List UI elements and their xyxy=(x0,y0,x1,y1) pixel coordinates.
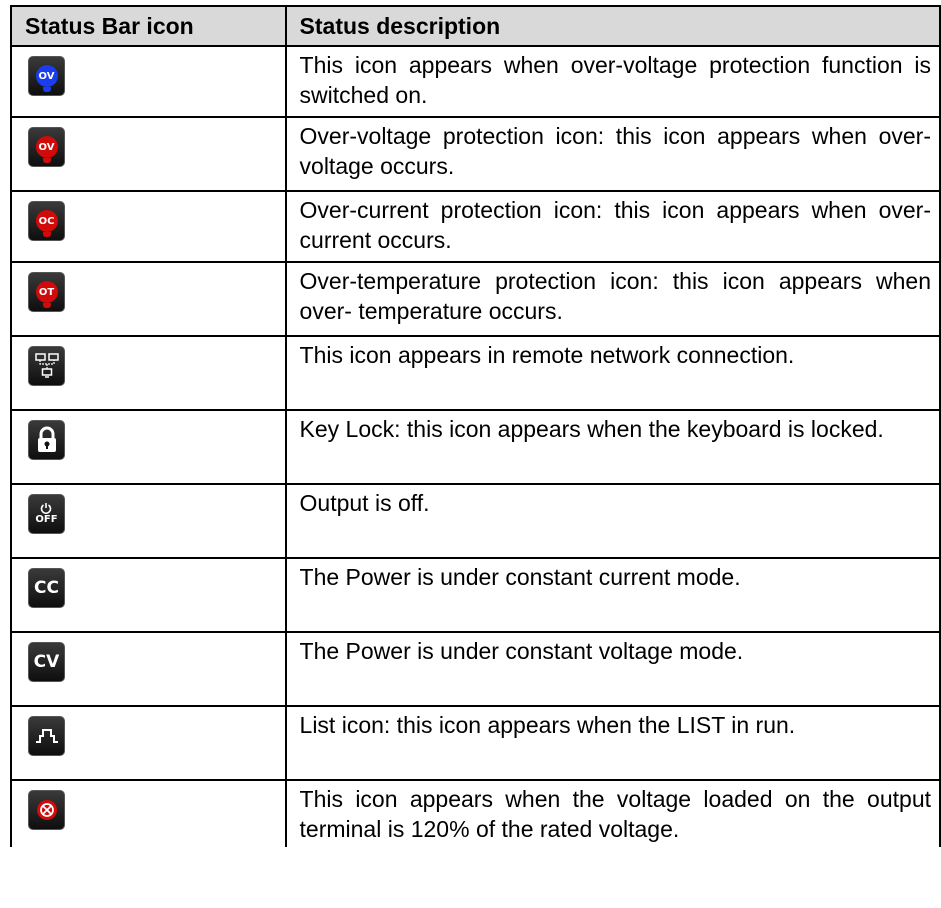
cc-icon: CC xyxy=(28,568,65,608)
status-description: Over-current protection icon: this icon … xyxy=(284,190,941,263)
oc-red-icon: OC xyxy=(28,201,65,241)
header-status-bar-icon: Status Bar icon xyxy=(10,5,287,47)
table-row: Key Lock: this icon appears when the key… xyxy=(10,409,941,485)
status-description: Over-voltage protection icon: this icon … xyxy=(284,116,941,192)
table-row: List icon: this icon appears when the LI… xyxy=(10,705,941,781)
status-description: This icon appears in remote network conn… xyxy=(284,335,941,411)
status-description: This icon appears when over-voltage prot… xyxy=(284,45,941,118)
table-header-row: Status Bar icon Status description xyxy=(10,5,941,47)
status-bar-table: Status Bar icon Status description OV Th… xyxy=(10,5,941,847)
ov-red-icon: OV xyxy=(28,127,65,167)
table-row: OFF Output is off. xyxy=(10,483,941,559)
status-description: This icon appears when the voltage loade… xyxy=(284,779,941,847)
status-description: The Power is under constant current mode… xyxy=(284,557,941,633)
ot-red-icon: OT xyxy=(28,272,65,312)
table-row: OT Over-temperature protection icon: thi… xyxy=(10,261,941,337)
list-icon xyxy=(28,716,65,756)
status-description: The Power is under constant voltage mode… xyxy=(284,631,941,707)
lock-icon xyxy=(28,420,65,460)
status-description: Key Lock: this icon appears when the key… xyxy=(284,409,941,485)
table-row: OV Over-voltage protection icon: this ic… xyxy=(10,116,941,192)
status-description: List icon: this icon appears when the LI… xyxy=(284,705,941,781)
table-row: CC The Power is under constant current m… xyxy=(10,557,941,633)
overvoltage-120-icon xyxy=(28,790,65,830)
table-row: OV This icon appears when over-voltage p… xyxy=(10,45,941,118)
status-description: Over-temperature protection icon: this i… xyxy=(284,261,941,337)
network-icon xyxy=(28,346,65,386)
power-off-icon: OFF xyxy=(28,494,65,534)
table-row: This icon appears in remote network conn… xyxy=(10,335,941,411)
table-row: This icon appears when the voltage loade… xyxy=(10,779,941,847)
status-description: Output is off. xyxy=(284,483,941,559)
table-row: OC Over-current protection icon: this ic… xyxy=(10,190,941,263)
table-row: CV The Power is under constant voltage m… xyxy=(10,631,941,707)
ov-blue-icon: OV xyxy=(28,56,65,96)
header-status-description: Status description xyxy=(284,5,941,47)
cv-icon: CV xyxy=(28,642,65,682)
